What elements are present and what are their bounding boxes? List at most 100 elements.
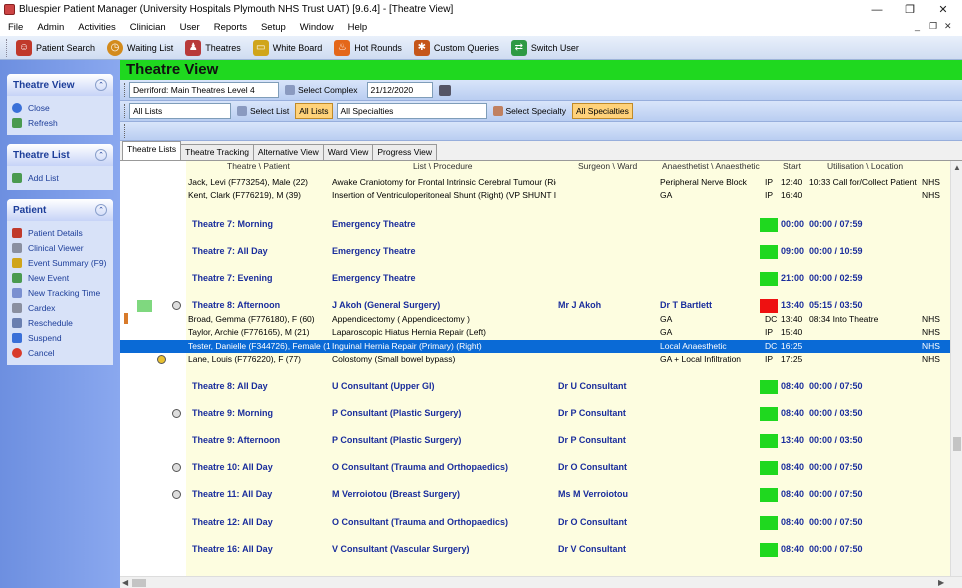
mdi-restore-icon[interactable]: ❐	[929, 21, 937, 32]
tab-alternative-view[interactable]: Alternative View	[252, 144, 324, 160]
scroll-right-icon[interactable]: ▶	[938, 578, 944, 587]
scroll-thumb[interactable]	[953, 437, 961, 451]
theatre-session-row[interactable]: Theatre 11: All Day M Verroiotou (Breast …	[120, 488, 950, 502]
nav-item-patient-details[interactable]: Patient Details	[12, 225, 109, 240]
select-specialty-button[interactable]: Select Specialty	[490, 103, 569, 119]
collapse-icon[interactable]: ⌃	[95, 79, 107, 91]
nav-item-add-list[interactable]: Add List	[12, 170, 109, 185]
suspend-icon	[12, 332, 22, 343]
nav-item-refresh[interactable]: Refresh	[12, 115, 109, 130]
theatre-session-row[interactable]: Theatre 10: All Day O Consultant (Trauma …	[120, 461, 950, 475]
menu-file[interactable]: File	[8, 22, 23, 33]
minimize-button[interactable]: —	[860, 0, 894, 19]
nav-item-new-event[interactable]: New Event	[12, 270, 109, 285]
procedure-start-time: 15:40	[781, 327, 803, 337]
nav-item-reschedule[interactable]: Reschedule	[12, 315, 109, 330]
patient-row[interactable]: Taylor, Archie (F776165), M (21) Laparosc…	[120, 326, 950, 339]
menu-clinician[interactable]: Clinician	[130, 22, 166, 33]
theatre-session-row[interactable]: Theatre 9: Afternoon P Consultant (Plasti…	[120, 434, 950, 448]
theatre-session-row[interactable]: Theatre 7: Morning Emergency Theatre 00:00…	[120, 218, 950, 232]
all-specialties-button[interactable]: All Specialties	[572, 103, 633, 119]
nav-group-header[interactable]: Theatre View ⌃	[7, 74, 113, 96]
column-header-anaesthetist[interactable]: Anaesthetist \ Anaesthetic	[662, 161, 760, 175]
theatre-session-row[interactable]: Theatre 7: All Day Emergency Theatre 09:00…	[120, 245, 950, 259]
patient-row[interactable]: Tester, Danielle (F344726), Female (14) I…	[120, 340, 950, 353]
menu-window[interactable]: Window	[300, 22, 334, 33]
theatre-session-row[interactable]: Theatre 8: Afternoon J Akoh (General Surg…	[120, 299, 950, 313]
nav-group-header[interactable]: Theatre List ⌃	[7, 144, 113, 166]
scroll-left-icon[interactable]: ◀	[122, 578, 128, 587]
white-board-button[interactable]: ▭ White Board	[249, 38, 327, 58]
nav-item-clinical-viewer[interactable]: Clinical Viewer	[12, 240, 109, 255]
tab-theatre-lists[interactable]: Theatre Lists	[122, 141, 182, 160]
patient-search-button[interactable]: ☺ Patient Search	[12, 38, 99, 58]
patient-row[interactable]: Broad, Gemma (F776180), F (60) Appendicec…	[120, 313, 950, 326]
menu-activities[interactable]: Activities	[78, 22, 115, 33]
menu-reports[interactable]: Reports	[214, 22, 247, 33]
waiting-list-button[interactable]: ◷ Waiting List	[103, 38, 177, 58]
calendar-button[interactable]	[436, 82, 457, 98]
cancel-icon	[12, 347, 22, 358]
menu-user[interactable]: User	[180, 22, 200, 33]
nav-group-header[interactable]: Patient ⌃	[7, 199, 113, 221]
expand-session-icon[interactable]	[172, 490, 181, 499]
menu-help[interactable]: Help	[348, 22, 368, 33]
theatre-session-row[interactable]: Theatre 12: All Day O Consultant (Trauma …	[120, 516, 950, 530]
close-button[interactable]: ✕	[926, 0, 960, 19]
menu-admin[interactable]: Admin	[37, 22, 64, 33]
patient-row[interactable]: Lane, Louis (F776220), F (77) Colostomy (…	[120, 353, 950, 366]
column-header-list-procedure[interactable]: List \ Procedure	[413, 161, 473, 175]
hot-rounds-button[interactable]: ♨ Hot Rounds	[330, 38, 406, 58]
session-start-time: 08:40	[781, 462, 805, 472]
theatre-session-row[interactable]: Theatre 8: All Day U Consultant (Upper GI…	[120, 380, 950, 394]
tab-ward-view[interactable]: Ward View	[322, 144, 374, 160]
utilisation-value: 00:00 / 10:59	[809, 246, 863, 256]
event-summary-icon	[12, 257, 22, 268]
switch-user-button[interactable]: ⇄ Switch User	[507, 38, 583, 58]
theatre-session-row[interactable]: Theatre 9: Morning P Consultant (Plastic …	[120, 407, 950, 421]
scroll-thumb[interactable]	[132, 579, 146, 587]
lists-field[interactable]: All Lists	[129, 103, 231, 119]
date-field[interactable]: 21/12/2020	[366, 82, 433, 98]
expand-session-icon[interactable]	[172, 463, 181, 472]
patient-row[interactable]: Kent, Clark (F776219), M (39) Insertion o…	[120, 189, 950, 202]
switch-user-icon: ⇄	[510, 39, 527, 56]
scroll-up-icon[interactable]: ▲	[953, 163, 961, 172]
surgeon-name	[558, 272, 658, 285]
column-header-utilisation-location[interactable]: Utilisation \ Location	[827, 161, 903, 175]
restore-button[interactable]: ❐	[893, 0, 927, 19]
theatre-session-row[interactable]: Theatre 7: Evening Emergency Theatre 21:00…	[120, 272, 950, 286]
nav-item-new-tracking-time[interactable]: New Tracking Time	[12, 285, 109, 300]
tab-theatre-tracking[interactable]: Theatre Tracking	[180, 144, 254, 160]
tab-progress-view[interactable]: Progress View	[372, 144, 437, 160]
patient-name: Tester, Danielle (F344726), Female (14)	[188, 341, 330, 351]
mdi-close-icon[interactable]: ✕	[944, 21, 952, 32]
horizontal-scrollbar[interactable]: ◀ ▶	[120, 576, 962, 588]
column-header-surgeon-ward[interactable]: Surgeon \ Ward	[578, 161, 637, 175]
expand-session-icon[interactable]	[172, 301, 181, 310]
nav-item-suspend[interactable]: Suspend	[12, 330, 109, 345]
theatres-button[interactable]: ♟ Theatres	[181, 38, 245, 58]
vertical-scrollbar[interactable]: ▲	[950, 161, 962, 578]
nav-item-label: Patient Details	[28, 227, 83, 238]
select-complex-button[interactable]: Select Complex	[282, 82, 361, 98]
custom-queries-button[interactable]: ✱ Custom Queries	[410, 38, 503, 58]
nav-item-cardex[interactable]: Cardex	[12, 300, 109, 315]
mdi-minimize-icon[interactable]: _	[915, 21, 920, 31]
column-header-theatre-patient[interactable]: Theatre \ Patient	[227, 161, 290, 175]
collapse-icon[interactable]: ⌃	[95, 204, 107, 216]
nav-item-close[interactable]: Close	[12, 100, 109, 115]
menu-setup[interactable]: Setup	[261, 22, 286, 33]
nav-item-event-summary[interactable]: Event Summary (F9)	[12, 255, 109, 270]
select-icon	[285, 85, 295, 95]
column-header-start[interactable]: Start	[783, 161, 801, 175]
expand-session-icon[interactable]	[172, 409, 181, 418]
all-lists-button[interactable]: All Lists	[295, 103, 333, 119]
select-list-button[interactable]: Select List	[234, 103, 292, 119]
nav-item-cancel[interactable]: Cancel	[12, 345, 109, 360]
specialties-field[interactable]: All Specialties	[336, 103, 487, 119]
collapse-icon[interactable]: ⌃	[95, 149, 107, 161]
complex-field[interactable]: Derriford: Main Theatres Level 4	[129, 82, 279, 98]
patient-row[interactable]: Jack, Levi (F773254), Male (22) Awake Cra…	[120, 176, 950, 189]
theatre-session-row[interactable]: Theatre 16: All Day V Consultant (Vascula…	[120, 543, 950, 557]
